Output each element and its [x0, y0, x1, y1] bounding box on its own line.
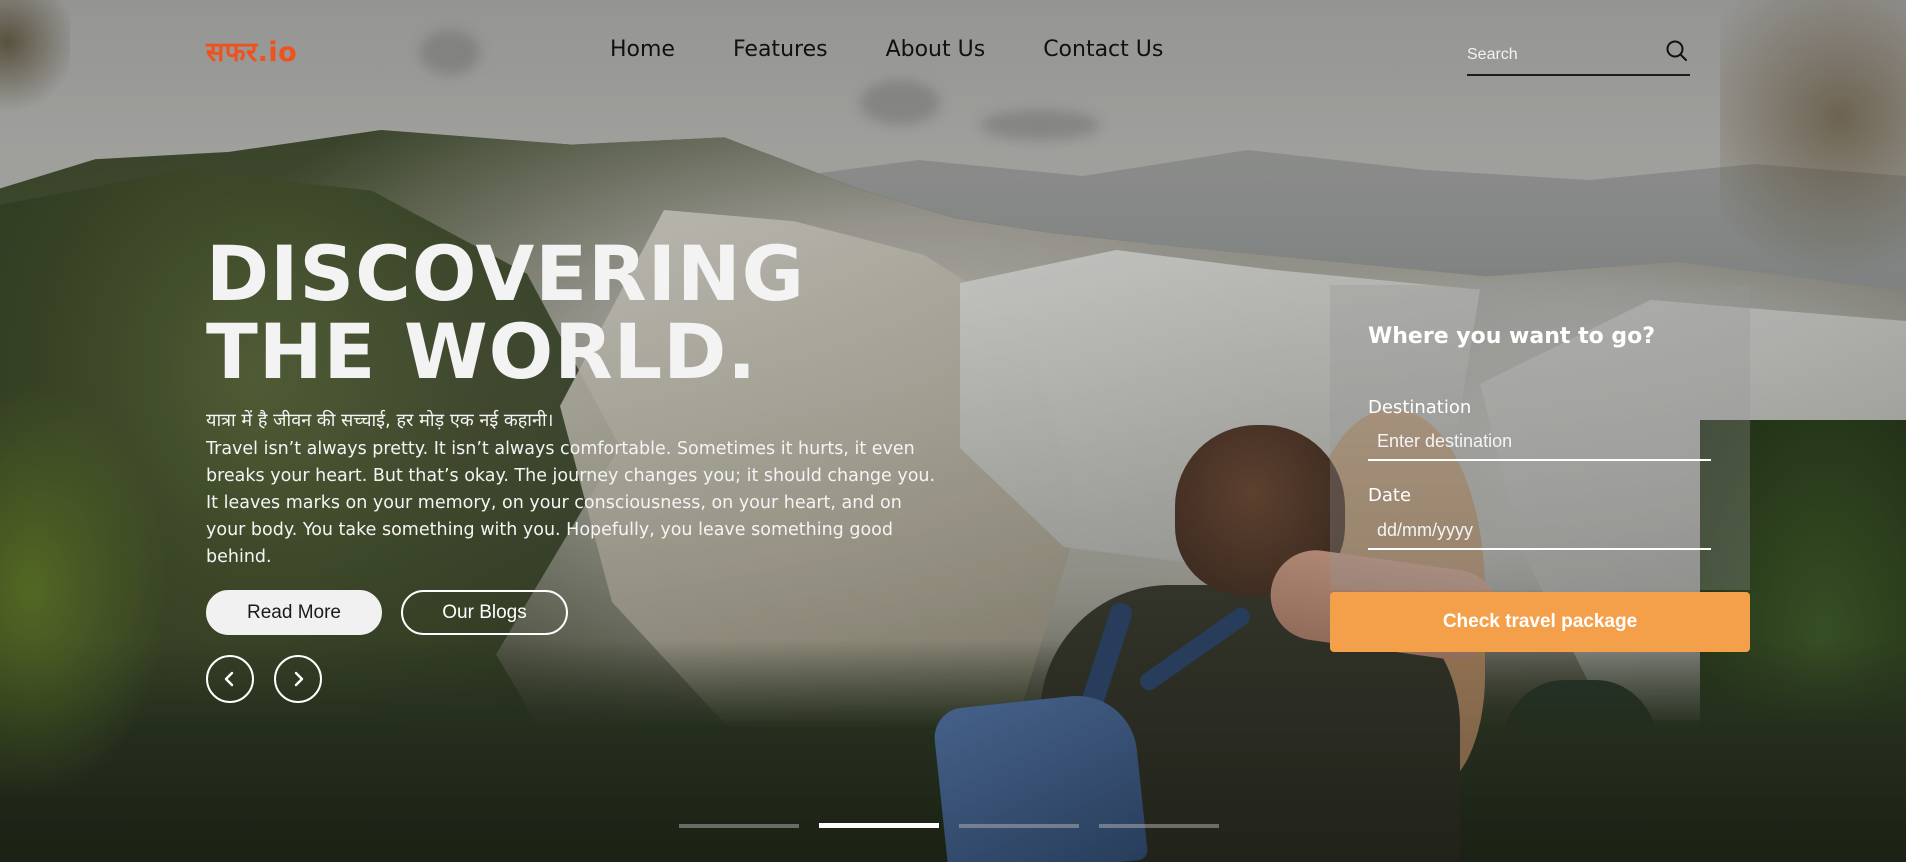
hero-description: Travel isn’t always pretty. It isn’t alw…	[206, 439, 936, 567]
nav-home[interactable]: Home	[610, 37, 675, 62]
hero-title-line-1: DISCOVERING	[206, 229, 805, 318]
main-nav: Home Features About Us Contact Us	[610, 37, 1221, 62]
prev-slide-button[interactable]	[206, 655, 254, 703]
read-more-button[interactable]: Read More	[206, 590, 382, 635]
booking-card: Where you want to go? Destination Date	[1330, 285, 1750, 590]
check-travel-package-button[interactable]: Check travel package	[1330, 592, 1750, 652]
destination-label: Destination	[1368, 397, 1472, 418]
slide-indicator-1[interactable]	[679, 824, 799, 828]
destination-input[interactable]	[1368, 423, 1711, 459]
slide-indicator-3[interactable]	[959, 824, 1079, 828]
date-input[interactable]	[1368, 512, 1711, 548]
date-label: Date	[1368, 485, 1412, 506]
hero-title: DISCOVERING THE WORLD.	[206, 235, 805, 391]
chevron-right-icon	[294, 671, 304, 687]
nav-contact-us[interactable]: Contact Us	[1043, 37, 1163, 62]
next-slide-button[interactable]	[274, 655, 322, 703]
destination-field-wrapper	[1368, 423, 1711, 461]
slide-indicator-4[interactable]	[1099, 824, 1219, 828]
chevron-left-icon	[224, 671, 234, 687]
nav-about-us[interactable]: About Us	[886, 37, 986, 62]
date-field-wrapper	[1368, 512, 1711, 550]
hero-subtitle: यात्रा में है जीवन की सच्चाई, हर मोड़ एक…	[206, 410, 554, 431]
search-input[interactable]	[1467, 40, 1647, 70]
slide-indicator-2[interactable]	[819, 823, 939, 828]
nav-features[interactable]: Features	[733, 37, 828, 62]
slide-indicators	[679, 823, 1219, 828]
booking-title: Where you want to go?	[1368, 324, 1655, 349]
search-bar	[1467, 34, 1690, 76]
search-icon[interactable]	[1664, 38, 1690, 64]
brand-logo[interactable]: सफर.io	[206, 32, 297, 69]
hero-title-line-2: THE WORLD.	[206, 307, 758, 396]
our-blogs-button[interactable]: Our Blogs	[401, 590, 568, 635]
